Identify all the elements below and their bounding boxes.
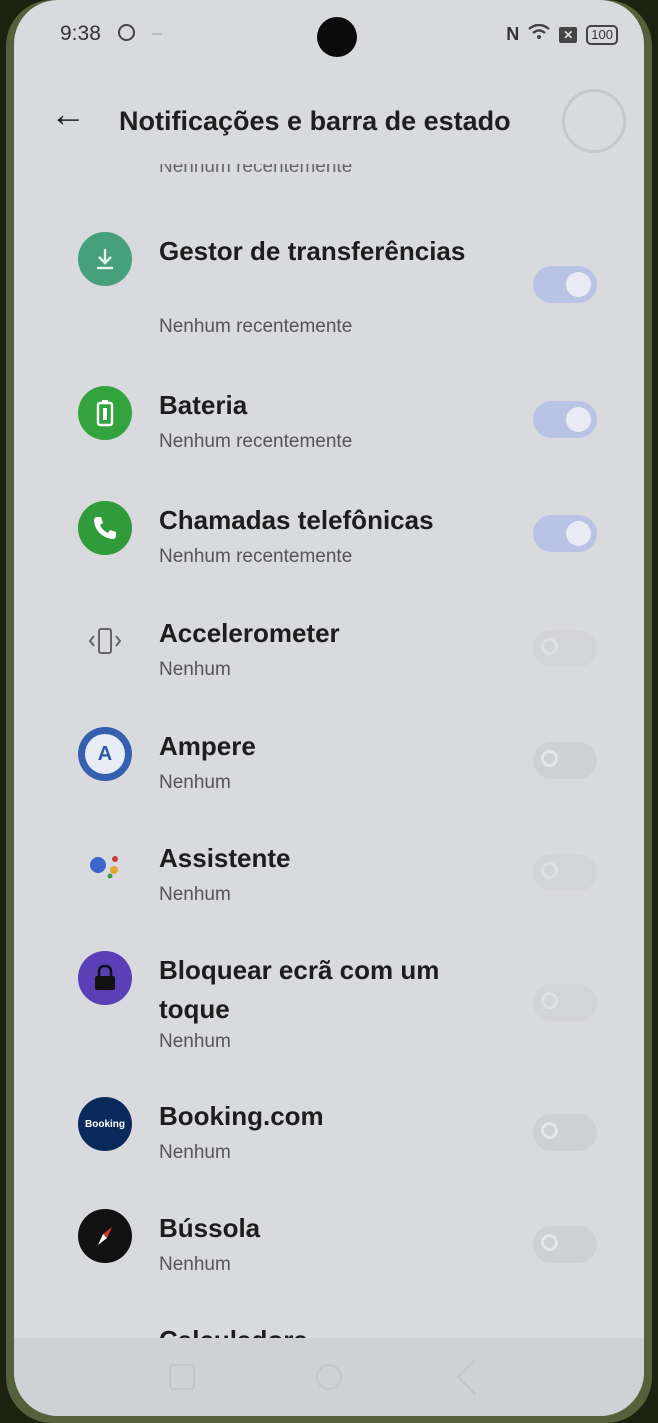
home-icon[interactable] xyxy=(316,1364,342,1390)
ampere-icon: A xyxy=(78,727,132,781)
app-name: Accelerometer xyxy=(159,618,340,648)
assistant-icon xyxy=(78,839,132,893)
phone-icon xyxy=(78,501,132,555)
app-name: Bateria xyxy=(159,390,248,420)
ghost-circle-button[interactable] xyxy=(562,89,626,153)
status-bar: 9:38 N ✕ 100 xyxy=(14,0,644,70)
app-name: Chamadas telefônicas xyxy=(159,505,434,535)
app-status: Nenhum xyxy=(159,659,231,680)
screen: 9:38 N ✕ 100 ← Notificações e barra de e… xyxy=(14,0,644,1416)
nfc-icon: N xyxy=(506,24,520,44)
notification-toggle[interactable] xyxy=(533,984,597,1021)
battery-icon xyxy=(78,386,132,440)
app-status: Nenhum recentemente xyxy=(159,316,353,337)
notification-dash-icon xyxy=(152,33,162,35)
notification-toggle[interactable] xyxy=(533,1114,597,1151)
front-camera xyxy=(317,17,357,57)
app-name: Ampere xyxy=(159,731,256,761)
vpn-icon xyxy=(118,24,135,41)
app-status: Nenhum xyxy=(159,772,231,793)
status-time: 9:38 xyxy=(60,22,101,45)
booking-logo-text: Booking xyxy=(85,1118,125,1130)
compass-icon xyxy=(78,1209,132,1263)
download-icon xyxy=(78,232,132,286)
app-name: Bússola xyxy=(159,1213,261,1243)
battery-level-icon: 100 xyxy=(586,24,618,45)
app-name: Gestor de transferências xyxy=(159,236,466,266)
booking-icon: Booking xyxy=(78,1097,132,1151)
lock-icon xyxy=(78,951,132,1005)
app-status: Nenhum recentemente xyxy=(159,431,353,452)
notification-toggle[interactable] xyxy=(533,515,597,552)
notification-toggle[interactable] xyxy=(533,742,597,779)
notification-toggle[interactable] xyxy=(533,630,597,667)
app-status: Nenhum xyxy=(159,1031,231,1052)
navigation-bar xyxy=(14,1338,644,1416)
notification-toggle[interactable] xyxy=(533,1226,597,1263)
nav-back-icon[interactable] xyxy=(456,1358,494,1396)
page-title: Notificações e barra de estado xyxy=(119,106,511,136)
wifi-icon xyxy=(528,23,551,45)
accelerometer-icon xyxy=(78,614,132,668)
app-name: Booking.com xyxy=(159,1101,324,1131)
notification-toggle[interactable] xyxy=(533,854,597,891)
no-sim-icon: ✕ xyxy=(559,26,578,43)
app-bar: ← Notificações e barra de estado xyxy=(14,80,644,164)
app-status: Nenhum xyxy=(159,884,231,905)
app-name: Bloquear ecrã com um toque xyxy=(159,955,440,1024)
app-name: Assistente xyxy=(159,843,291,873)
app-status: Nenhum xyxy=(159,1142,231,1163)
app-status: Nenhum recentemente xyxy=(159,546,353,567)
app-status: Nenhum xyxy=(159,1254,231,1275)
recent-apps-icon[interactable] xyxy=(169,1364,195,1390)
notification-toggle[interactable] xyxy=(533,401,597,438)
phone-frame: 9:38 N ✕ 100 ← Notificações e barra de e… xyxy=(6,0,652,1423)
status-icons: N ✕ 100 xyxy=(506,23,618,45)
notification-toggle[interactable] xyxy=(533,266,597,303)
back-arrow-icon[interactable]: ← xyxy=(50,94,86,134)
